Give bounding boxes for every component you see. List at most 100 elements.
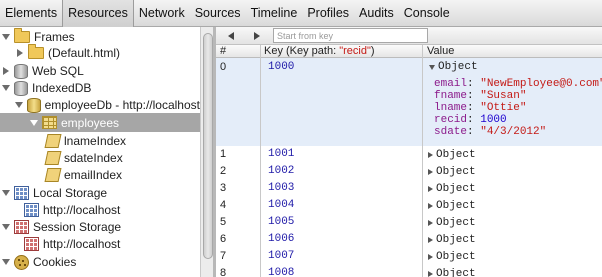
database-icon	[14, 80, 28, 96]
object-toggle[interactable]: Object	[428, 200, 476, 212]
row-key: 1001	[268, 148, 295, 160]
collapsed-triangle-icon	[428, 169, 433, 175]
table-row[interactable]: 4 1004 Object	[216, 197, 602, 214]
sidebar-item-label: IndexedDB	[32, 81, 92, 95]
object-label: Object	[436, 268, 476, 277]
sidebar-item-session-storage-origin[interactable]: http://localhost	[0, 234, 200, 254]
sidebar-item-label: http://localhost	[43, 203, 121, 217]
start-from-key-input[interactable]	[273, 28, 428, 43]
row-key: 1002	[268, 165, 295, 177]
expand-triangle-icon[interactable]	[28, 119, 40, 126]
property-name: sdate	[434, 126, 468, 138]
session-storage-icon	[24, 237, 39, 251]
table-row[interactable]: 6 1006 Object	[216, 231, 602, 248]
column-divider[interactable]	[422, 45, 423, 277]
index-icon	[44, 134, 62, 148]
property-name: email	[434, 78, 468, 90]
property-value: "Susan"	[480, 90, 527, 102]
collapsed-triangle-icon	[428, 237, 433, 243]
object-toggle[interactable]: Object	[428, 234, 476, 246]
expand-triangle-icon[interactable]	[0, 190, 12, 196]
table-row[interactable]: 1 1001 Object	[216, 146, 602, 163]
table-row[interactable]: 7 1007 Object	[216, 248, 602, 265]
sidebar-item-label: lnameIndex	[64, 134, 127, 148]
tab-elements[interactable]: Elements	[0, 0, 62, 27]
row-key: 1006	[268, 233, 295, 245]
row-key: 1005	[268, 216, 295, 228]
sidebar-item-label: emailIndex	[64, 168, 123, 182]
object-toggle[interactable]: Object	[428, 217, 476, 229]
property-name: lname	[434, 102, 468, 114]
object-toggle[interactable]: Object	[428, 166, 476, 178]
object-toggle[interactable]: Object	[428, 183, 476, 195]
row-index: 1	[220, 148, 227, 160]
object-store-icon	[42, 116, 57, 129]
devtools-toolbar: Elements Resources Network Sources Timel…	[0, 0, 602, 27]
column-divider[interactable]	[260, 45, 261, 277]
property-name: fname	[434, 90, 468, 102]
sidebar-item-cookies[interactable]: Cookies	[0, 252, 200, 272]
collapsed-triangle-icon[interactable]	[14, 49, 26, 57]
object-label: Object	[436, 251, 476, 263]
collapsed-triangle-icon	[428, 152, 433, 158]
column-header-key[interactable]: Key (Key path: "recid")	[264, 45, 375, 57]
row-key: 1008	[268, 267, 295, 277]
tab-console[interactable]: Console	[399, 0, 455, 27]
tab-sources[interactable]: Sources	[190, 0, 246, 27]
tab-profiles[interactable]: Profiles	[302, 0, 354, 27]
table-row[interactable]: 2 1002 Object	[216, 163, 602, 180]
index-icon	[44, 168, 62, 182]
tab-audits[interactable]: Audits	[354, 0, 399, 27]
sidebar-scrollbar[interactable]	[200, 27, 213, 277]
object-toggle[interactable]: Object	[429, 61, 478, 73]
object-toggle[interactable]: Object	[428, 268, 476, 277]
table-row[interactable]: 3 1003 Object	[216, 180, 602, 197]
expand-triangle-icon[interactable]	[0, 34, 12, 40]
sidebar-item-label: (Default.html)	[48, 46, 121, 60]
next-page-button[interactable]	[246, 29, 268, 42]
object-label: Object	[436, 200, 476, 212]
cookie-icon	[14, 254, 29, 270]
property-name: recid	[434, 114, 468, 126]
table-row[interactable]: 8 1008 Object	[216, 265, 602, 277]
object-property: email: "NewEmployee@0.com"	[434, 78, 602, 90]
tab-timeline[interactable]: Timeline	[246, 0, 303, 27]
table-row[interactable]: 0 1000 Object email: "NewEmployee@0.com"…	[216, 58, 602, 146]
collapsed-triangle-icon[interactable]	[0, 67, 12, 75]
object-property: fname: "Susan"	[434, 90, 527, 102]
sidebar-item-employeedb[interactable]: employeeDb - http://localhost	[0, 95, 200, 115]
column-header-value[interactable]: Value	[427, 45, 454, 57]
sidebar-item-label: Frames	[34, 30, 75, 44]
sidebar-item-emailindex[interactable]: emailIndex	[0, 165, 200, 185]
object-toggle[interactable]: Object	[428, 251, 476, 263]
session-storage-icon	[14, 220, 29, 234]
database-icon	[14, 63, 28, 79]
row-index: 7	[220, 250, 227, 262]
object-toggle[interactable]: Object	[428, 149, 476, 161]
expand-triangle-icon[interactable]	[0, 85, 12, 91]
property-value: "4/3/2012"	[480, 126, 547, 138]
expand-triangle-icon[interactable]	[14, 102, 25, 108]
expand-triangle-icon[interactable]	[0, 224, 12, 230]
sidebar-item-default-html[interactable]: (Default.html)	[0, 43, 200, 63]
table-row[interactable]: 5 1005 Object	[216, 214, 602, 231]
tab-network[interactable]: Network	[134, 0, 190, 27]
row-index: 5	[220, 216, 227, 228]
expand-triangle-icon[interactable]	[0, 259, 12, 265]
folder-icon	[28, 44, 44, 59]
sidebar-item-label: employeeDb - http://localhost	[44, 98, 200, 112]
property-value: "Ottie"	[480, 102, 527, 114]
row-index: 6	[220, 233, 227, 245]
sidebar-item-label: Cookies	[33, 255, 77, 269]
row-key: 1000	[268, 61, 295, 73]
scrollbar-thumb[interactable]	[203, 33, 213, 259]
collapsed-triangle-icon	[428, 186, 433, 192]
row-index: 4	[220, 199, 227, 211]
sidebar-item-employees[interactable]: employees	[0, 113, 200, 132]
sidebar-item-label: sdateIndex	[64, 151, 123, 165]
local-storage-icon	[24, 203, 39, 217]
tab-resources[interactable]: Resources	[62, 0, 134, 27]
previous-page-button[interactable]	[220, 29, 242, 42]
row-index: 8	[220, 267, 227, 277]
column-header-index[interactable]: #	[220, 45, 226, 57]
